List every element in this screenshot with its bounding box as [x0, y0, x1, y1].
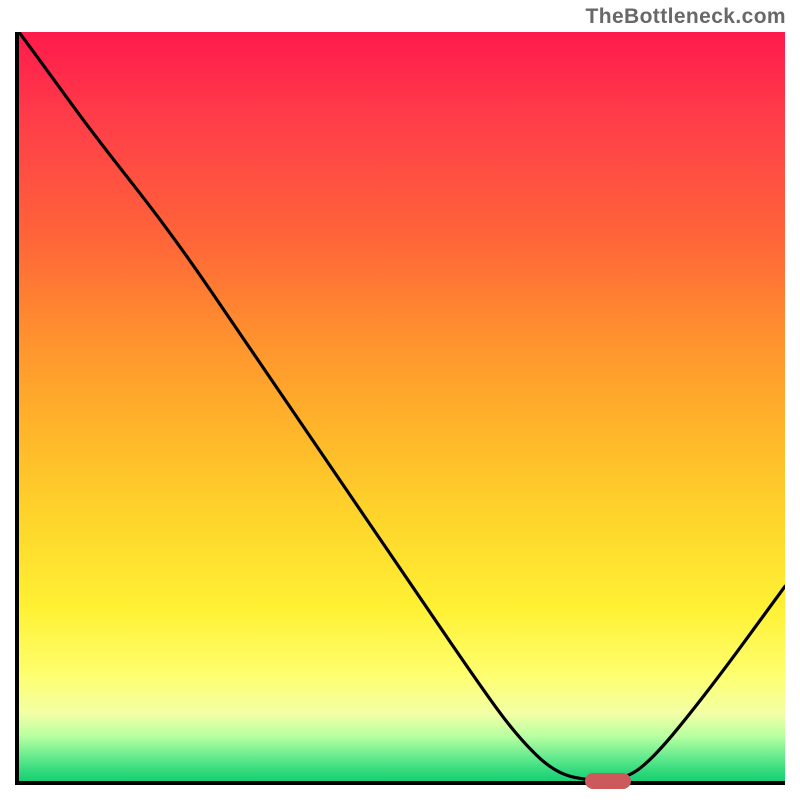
optimum-marker [585, 773, 631, 789]
attribution-text: TheBottleneck.com [585, 5, 786, 29]
chart-container: TheBottleneck.com [0, 0, 800, 800]
bottleneck-curve [19, 32, 785, 781]
plot-area [15, 32, 785, 785]
